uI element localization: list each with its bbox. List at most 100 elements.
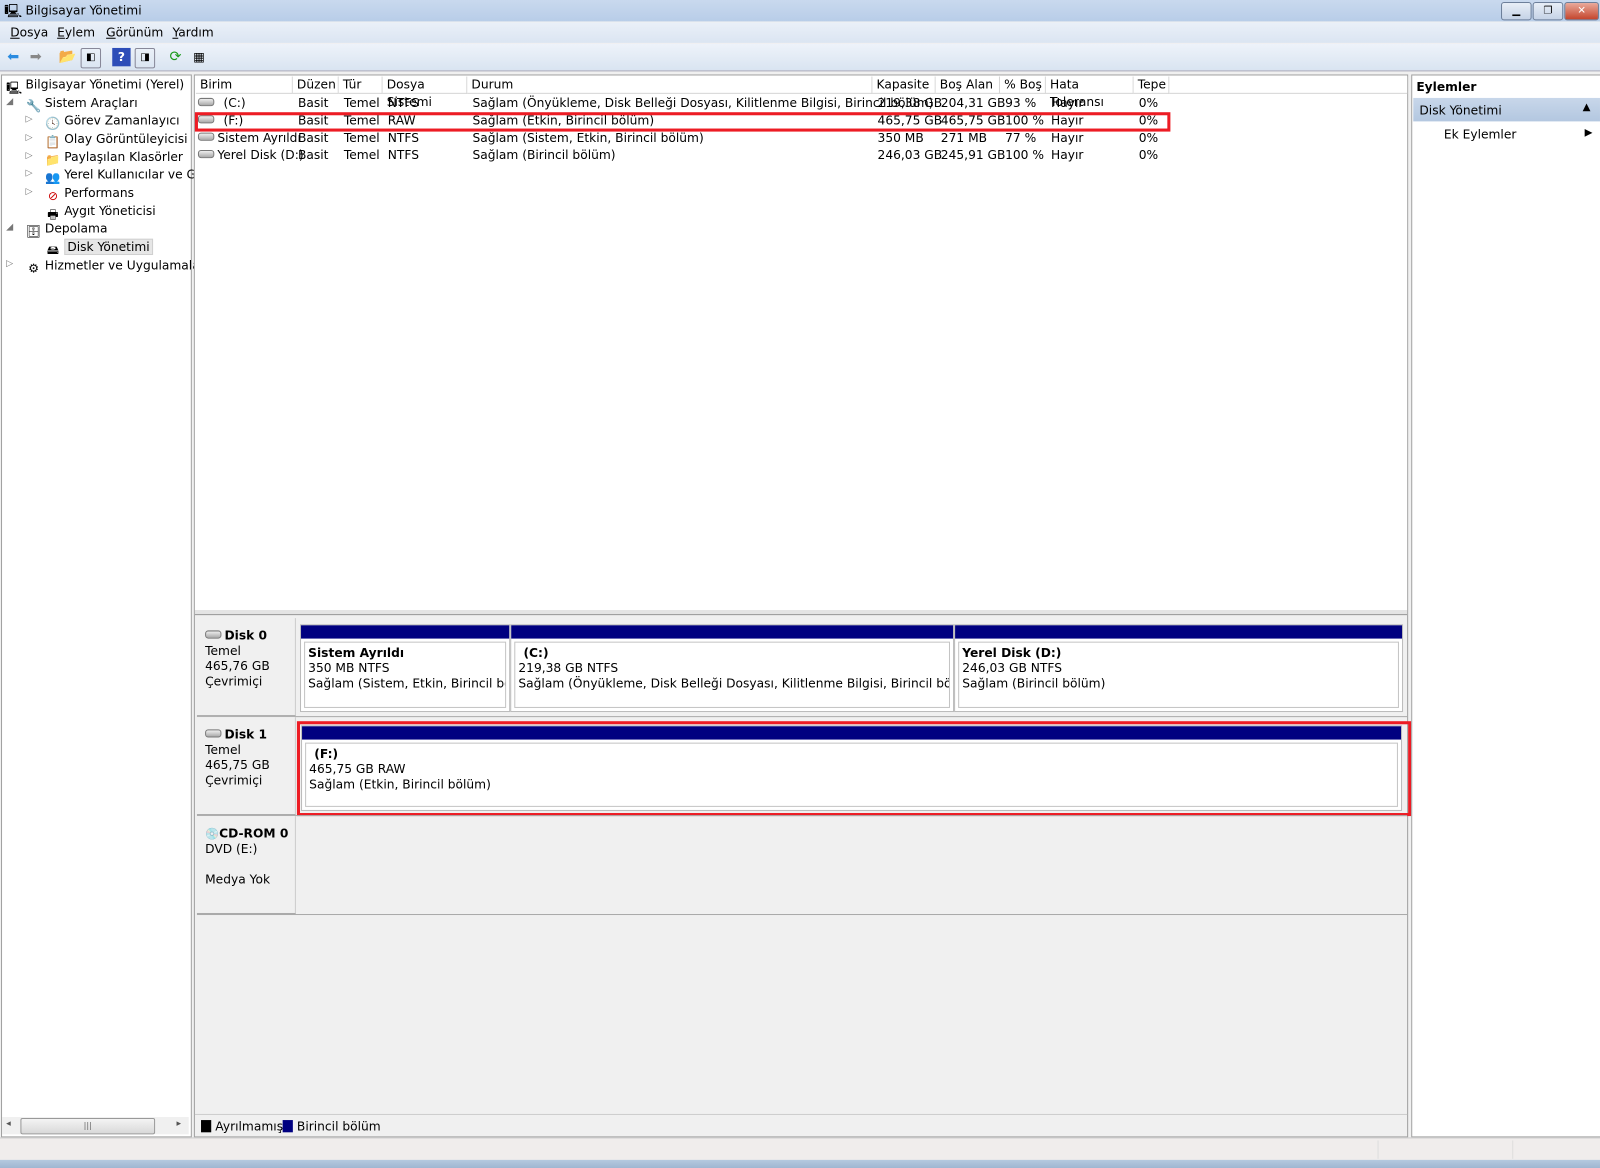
scroll-right-icon[interactable]: ▸ [177, 1119, 182, 1129]
volume-icon [197, 97, 215, 107]
partition-name: Sistem Ayrıldı [308, 645, 405, 661]
tree-item-task-scheduler[interactable]: ▷ 🕓 Görev Zamanlayıcı [26, 113, 180, 131]
partition-d[interactable]: Yerel Disk (D:) 246,03 GB NTFS Sağlam (Bir… [954, 624, 1404, 713]
pane-splitter[interactable] [194, 610, 1408, 616]
toolbar: ⬅ ➡ 📂 ◧ ? ◨ ⟳ ▦ [0, 43, 1600, 72]
column-header-hata-toleransi[interactable]: Hata Toleransı [1045, 76, 1134, 109]
tree-item-storage[interactable]: ◢ 🗄 Depolama [6, 221, 107, 239]
scroll-thumb[interactable]: ||| [20, 1118, 156, 1135]
collapsed-arrow-icon[interactable]: ▷ [26, 168, 33, 178]
partition-size: 219,38 GB NTFS [518, 661, 619, 676]
menu-gorunum[interactable]: Görünüm [106, 26, 163, 40]
submenu-arrow-icon: ▶ [1584, 127, 1593, 139]
show-hide-tree-icon[interactable]: ◧ [80, 47, 102, 69]
cell-bos-alan: 271 MB [941, 130, 987, 147]
clock-icon: 🕓 [45, 116, 61, 131]
cell-text: Basit [297, 95, 329, 111]
cell-durum: Sağlam (Sistem, Etkin, Birincil bölüm) [472, 130, 703, 147]
cell-text: NTFS [387, 95, 420, 111]
actions-section-disk-management[interactable]: Disk Yönetimi ▲ [1413, 97, 1600, 122]
disk-0-label[interactable]: Disk 0 Temel 465,76 GB Çevrimiçi [196, 618, 296, 717]
volume-list: Birim Düzen Tür Dosya Sistemi Durum Kapa… [194, 75, 1408, 611]
cdrom-0-label[interactable]: 💿CD-ROM 0 DVD (E:) Medya Yok [196, 816, 296, 915]
menu-eylem[interactable]: Eylem [57, 26, 95, 40]
cell-text: Temel [343, 147, 380, 163]
forward-icon[interactable]: ➡ [27, 48, 45, 66]
action-more-actions[interactable]: Ek Eylemler ▶ [1413, 124, 1600, 144]
tree-horizontal-scrollbar[interactable]: ◂ ||| ▸ [2, 1117, 189, 1135]
column-header-duzen[interactable]: Düzen [292, 76, 339, 94]
cell-text: 100 % [1005, 147, 1044, 163]
partition-size: 246,03 GB NTFS [962, 661, 1062, 676]
scroll-left-icon[interactable]: ◂ [6, 1119, 11, 1129]
collapse-up-icon[interactable]: ▲ [1583, 102, 1591, 113]
cell-text: 246,03 GB [877, 147, 943, 163]
tree-item-shared-folders[interactable]: ▷ 📁 Paylaşılan Klasörler [26, 150, 183, 168]
cell-text: NTFS [387, 130, 420, 145]
properties-icon[interactable]: ▦ [190, 48, 208, 66]
collapsed-arrow-icon[interactable]: ▷ [26, 187, 33, 197]
minimize-button[interactable]: ▁ [1501, 2, 1532, 21]
restore-button[interactable]: ❐ [1532, 2, 1564, 21]
table-row[interactable]: Yerel Disk (D:) Basit Temel NTFS Sağlam (Bir… [195, 147, 1407, 164]
tree-label: Sistem Araçları [44, 95, 138, 111]
title-bar[interactable]: 🖳 Bilgisayar Yönetimi ▁ ❐ ✕ [0, 0, 1600, 22]
cell-text: Temel [343, 95, 380, 111]
refresh-icon[interactable]: ⟳ [166, 48, 184, 66]
tree-item-root[interactable]: 🖳 Bilgisayar Yönetimi (Yerel) [6, 78, 184, 96]
close-button[interactable]: ✕ [1564, 2, 1599, 21]
column-header-dosya-sistemi[interactable]: Dosya Sistemi [382, 76, 468, 109]
show-hide-action-pane-icon[interactable]: ◨ [134, 47, 156, 69]
cell-text: Basit [297, 147, 329, 163]
taskbar [0, 1159, 1600, 1168]
cell-tepe: 0% [1139, 130, 1158, 147]
partition-name: (C:) [523, 645, 549, 661]
column-header-birim[interactable]: Birim [195, 76, 293, 94]
collapsed-arrow-icon[interactable]: ▷ [26, 114, 33, 124]
tree-item-performance[interactable]: ▷ ⊘ Performans [26, 186, 134, 204]
disk-name: Disk 1 [224, 727, 268, 742]
cell-text: Sağlam (Sistem, Etkin, Birincil bölüm) [472, 130, 704, 145]
partition-system-reserved[interactable]: Sistem Ayrıldı 350 MB NTFS Sağlam (Sistem,… [299, 624, 511, 713]
column-header-tepe[interactable]: Tepe [1133, 76, 1170, 94]
cell-duzen: Basit [298, 147, 329, 164]
cell-hata-toleransi: Hayır [1051, 147, 1083, 164]
partition-status: Sağlam (Önyükleme, Disk Belleği Dosyası,… [518, 676, 950, 691]
tree-item-disk-management[interactable]: 🖴 Disk Yönetimi [45, 238, 153, 258]
tree-item-services[interactable]: ▷ ⚙ Hizmetler ve Uygulamalar [6, 258, 205, 276]
disk-1-label[interactable]: Disk 1 Temel 465,75 GB Çevrimiçi [196, 717, 296, 816]
tree-item-device-manager[interactable]: 🖶 Aygıt Yöneticisi [45, 204, 156, 222]
cell-text: Basit [297, 130, 329, 145]
cell-text: 0% [1138, 95, 1159, 111]
help-icon[interactable]: ? [112, 47, 131, 67]
expanded-arrow-icon[interactable]: ◢ [6, 97, 13, 107]
partition-c[interactable]: (C:) 219,38 GB NTFS Sağlam (Önyükleme, Dis… [510, 624, 955, 713]
collapsed-arrow-icon[interactable]: ▷ [26, 133, 33, 143]
table-row[interactable]: Sistem Ayrıldı Basit Temel NTFS Sağlam (Sist… [195, 130, 1407, 147]
tree-item-system-tools[interactable]: ◢ 🔧 Sistem Araçları [6, 95, 138, 114]
cell-text: (C:) [223, 95, 246, 111]
collapsed-arrow-icon[interactable]: ▷ [26, 151, 33, 161]
column-header-durum[interactable]: Durum [467, 76, 873, 94]
column-header-tur[interactable]: Tür [338, 76, 383, 94]
disk-type: Temel [205, 742, 241, 757]
expanded-arrow-icon[interactable]: ◢ [6, 222, 13, 232]
column-header-kapasite[interactable]: Kapasite [872, 76, 936, 94]
menu-dosya[interactable]: Dosya [10, 26, 48, 40]
services-icon: ⚙ [28, 261, 40, 276]
column-header-yuzde-bos[interactable]: % Boş [999, 76, 1046, 94]
disk-status: Medya Yok [205, 872, 271, 887]
cell-bos-alan: 204,31 GB [941, 95, 1006, 112]
tree-item-local-users[interactable]: ▷ 👥 Yerel Kullanıcılar ve Gru [26, 167, 209, 185]
collapsed-arrow-icon[interactable]: ▷ [6, 259, 13, 269]
disk-management-pane: Birim Düzen Tür Dosya Sistemi Durum Kapa… [193, 74, 1412, 1138]
cell-text: NTFS [387, 147, 420, 163]
menu-yardim[interactable]: Yardım [172, 26, 213, 40]
cell-tur: Temel [344, 147, 380, 164]
tree-item-event-viewer[interactable]: ▷ 📋 Olay Görüntüleyicisi [26, 132, 188, 150]
back-icon[interactable]: ⬅ [4, 48, 22, 66]
highlight-box-f-volume [194, 112, 1171, 132]
table-row[interactable]: (C:) Basit Temel NTFS Sağlam (Önyükleme, Dis… [195, 95, 1407, 112]
up-folder-icon[interactable]: 📂 [58, 48, 76, 66]
column-header-bos-alan[interactable]: Boş Alan [935, 76, 1000, 94]
